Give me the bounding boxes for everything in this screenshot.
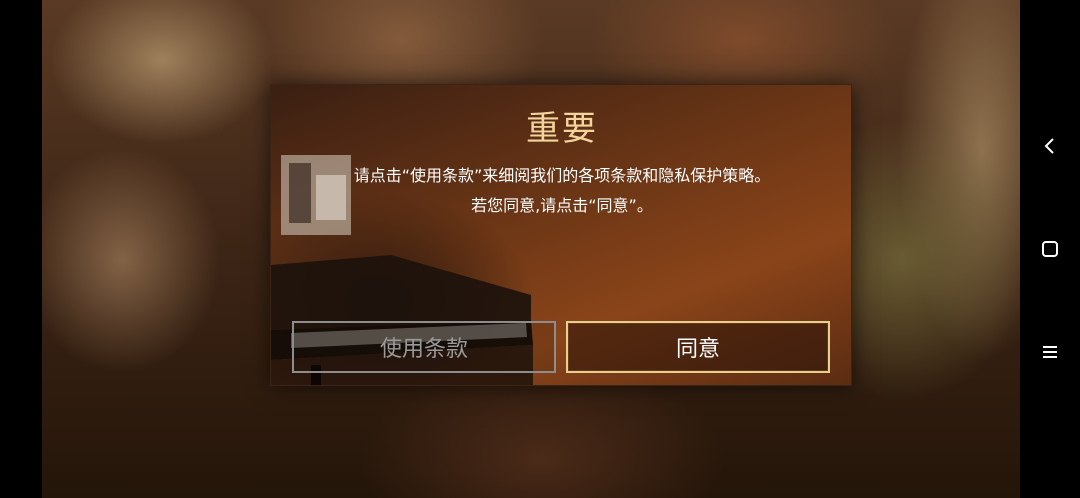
- dialog-message-line-1: 请点击“使用条款”来细阅我们的各项条款和隐私保护策略。: [353, 166, 771, 185]
- nav-back-button[interactable]: [1020, 126, 1080, 166]
- terms-of-use-button[interactable]: 使用条款: [292, 321, 556, 373]
- nav-home-button[interactable]: [1020, 229, 1080, 269]
- dialog-title: 重要: [526, 109, 598, 149]
- nav-menu-button[interactable]: [1020, 332, 1080, 372]
- app-screen: 重要 请点击“使用条款”来细阅我们的各项条款和隐私保护策略。 若您同意,请点击“…: [0, 0, 1080, 498]
- system-nav-bar: [1020, 0, 1080, 498]
- left-inset-bar: [0, 0, 42, 498]
- important-dialog: 重要 请点击“使用条款”来细阅我们的各项条款和隐私保护策略。 若您同意,请点击“…: [270, 84, 852, 386]
- dialog-message: 请点击“使用条款”来细阅我们的各项条款和隐私保护策略。 若您同意,请点击“同意”…: [271, 161, 851, 221]
- back-icon: [1044, 138, 1054, 154]
- dialog-message-line-2: 若您同意,请点击“同意”。: [471, 196, 653, 215]
- agree-button[interactable]: 同意: [566, 321, 830, 373]
- home-icon: [1042, 241, 1058, 257]
- menu-icon: [1043, 346, 1057, 358]
